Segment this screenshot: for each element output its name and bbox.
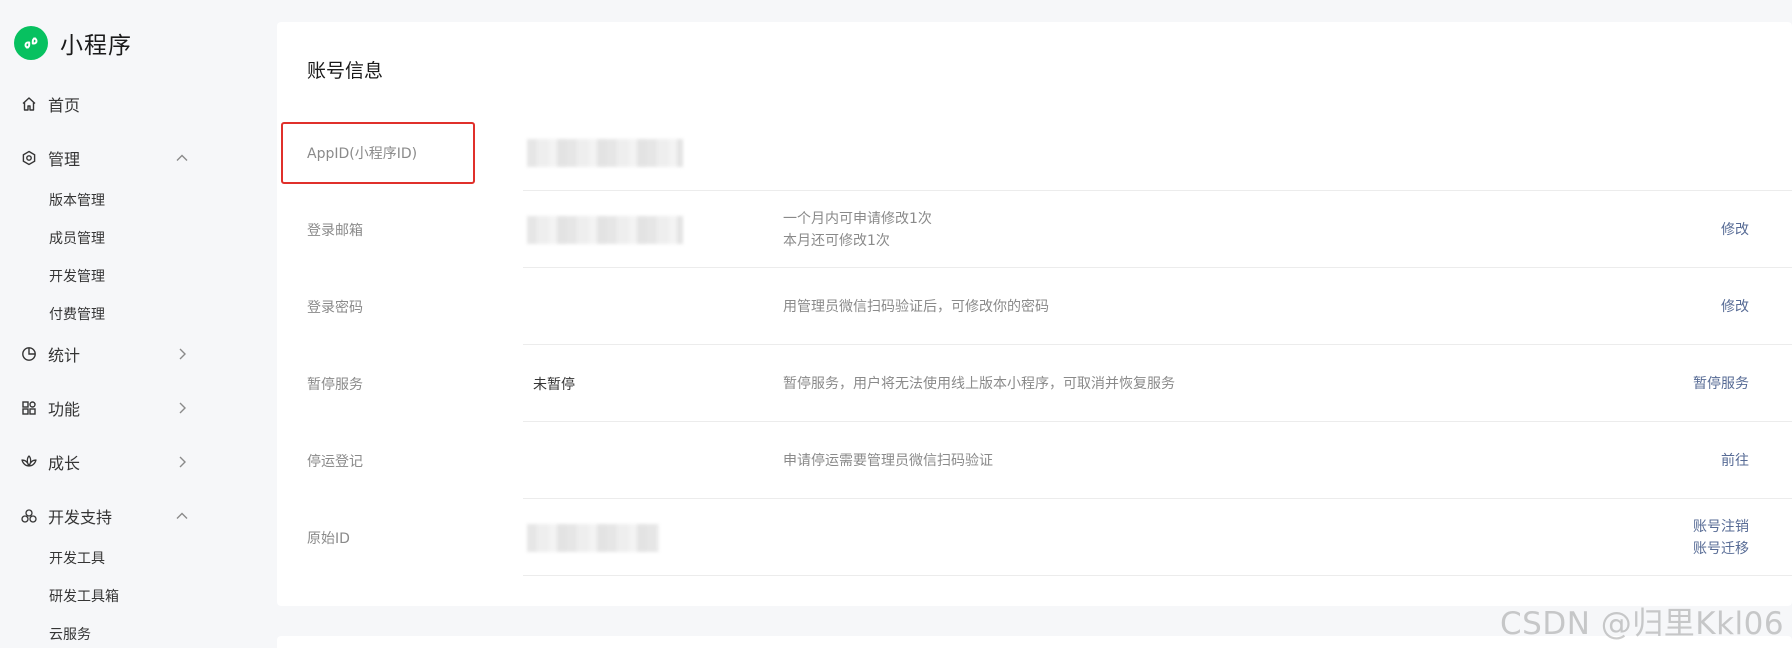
page-title: 账号信息 — [307, 60, 384, 82]
pie-chart-icon — [20, 345, 38, 363]
nav-dev-support-label: 开发支持 — [48, 508, 113, 527]
nav-member-manage[interactable]: 成员管理 — [49, 228, 105, 248]
nav-growth-label: 成长 — [48, 454, 81, 473]
lotus-icon — [20, 453, 38, 471]
row-desc-line: 一个月内可申请修改1次 — [783, 210, 932, 227]
circles-icon — [20, 507, 38, 525]
nav-payment-manage[interactable]: 付费管理 — [49, 304, 105, 324]
row-desc: 申请停运需要管理员微信扫码验证 — [783, 422, 993, 499]
nav-dev-tools[interactable]: 开发工具 — [49, 548, 105, 568]
row-actions: 前往 — [1721, 422, 1749, 499]
row-desc-line: 用管理员微信扫码验证后，可修改你的密码 — [783, 298, 1049, 315]
nav-manage-label: 管理 — [48, 150, 81, 169]
brand-title: 小程序 — [60, 33, 132, 59]
grid-icon — [20, 399, 38, 417]
row-label: 登录邮箱 — [307, 222, 363, 239]
nav-manage[interactable]: 管理 — [20, 144, 190, 172]
row-desc-line: 本月还可修改1次 — [783, 232, 890, 249]
redacted-email — [527, 215, 683, 244]
row-appid: AppID(小程序ID) — [277, 114, 1792, 191]
row-actions: 修改 — [1721, 268, 1749, 345]
account-cancel-link[interactable]: 账号注销 — [1693, 516, 1749, 538]
miniprogram-logo-icon — [14, 26, 48, 60]
row-pause-service: 暂停服务 未暂停 暂停服务，用户将无法使用线上版本小程序，可取消并恢复服务 暂停… — [277, 345, 1792, 422]
sidebar: 小程序 首页 管理 版本管理 成员管理 开发管理 付费管理 统计 功能 成长 开… — [0, 0, 258, 648]
modify-email-link[interactable]: 修改 — [1721, 219, 1749, 241]
row-desc: 一个月内可申请修改1次 本月还可修改1次 — [783, 191, 932, 268]
chevron-up-icon — [176, 512, 188, 519]
home-icon — [20, 95, 38, 113]
chevron-up-icon — [176, 154, 188, 161]
row-actions: 暂停服务 — [1693, 345, 1749, 422]
row-desc: 暂停服务，用户将无法使用线上版本小程序，可取消并恢复服务 — [783, 345, 1175, 422]
nav-dev-toolbox[interactable]: 研发工具箱 — [49, 586, 119, 606]
row-label: 暂停服务 — [307, 376, 363, 393]
row-desc: 用管理员微信扫码验证后，可修改你的密码 — [783, 268, 1049, 345]
nav-features[interactable]: 功能 — [20, 394, 190, 422]
row-desc-line: 暂停服务，用户将无法使用线上版本小程序，可取消并恢复服务 — [783, 375, 1175, 392]
row-shutdown-register: 停运登记 申请停运需要管理员微信扫码验证 前往 — [277, 422, 1792, 499]
row-label: 登录密码 — [307, 299, 363, 316]
nav-version-manage[interactable]: 版本管理 — [49, 190, 105, 210]
nav-dev-manage[interactable]: 开发管理 — [49, 266, 105, 286]
watermark: CSDN @归里Kkl06 — [1500, 606, 1785, 642]
row-desc-line: 申请停运需要管理员微信扫码验证 — [783, 452, 993, 469]
chevron-right-icon — [179, 348, 186, 360]
row-label: 停运登记 — [307, 453, 363, 470]
row-login-email: 登录邮箱 一个月内可申请修改1次 本月还可修改1次 修改 — [277, 191, 1792, 268]
account-info-card: 账号信息 AppID(小程序ID) 登录邮箱 一个月内可申请修改1次 本月还可修… — [277, 22, 1792, 606]
chevron-right-icon — [179, 456, 186, 468]
redacted-original-id — [527, 523, 659, 552]
nav-stats[interactable]: 统计 — [20, 340, 190, 368]
nav-cloud-service[interactable]: 云服务 — [49, 624, 91, 644]
row-divider — [523, 575, 1792, 576]
chevron-right-icon — [179, 402, 186, 414]
nav-growth[interactable]: 成长 — [20, 448, 190, 476]
account-migrate-link[interactable]: 账号迁移 — [1693, 538, 1749, 560]
pause-service-link[interactable]: 暂停服务 — [1693, 373, 1749, 395]
nav-features-label: 功能 — [48, 400, 81, 419]
nav-stats-label: 统计 — [48, 346, 81, 365]
nav-dev-support[interactable]: 开发支持 — [20, 502, 190, 530]
redacted-appid — [527, 138, 683, 167]
row-actions: 修改 — [1721, 191, 1749, 268]
modify-password-link[interactable]: 修改 — [1721, 296, 1749, 318]
row-label: AppID(小程序ID) — [307, 145, 418, 162]
row-label: 原始ID — [307, 530, 350, 547]
manage-icon — [20, 149, 38, 167]
nav-home-label: 首页 — [48, 96, 81, 115]
row-login-password: 登录密码 用管理员微信扫码验证后，可修改你的密码 修改 — [277, 268, 1792, 345]
row-actions: 账号注销 账号迁移 — [1693, 499, 1749, 576]
brand[interactable]: 小程序 — [14, 26, 132, 60]
go-to-link[interactable]: 前往 — [1721, 450, 1749, 472]
pause-status-value: 未暂停 — [533, 376, 575, 393]
nav-home[interactable]: 首页 — [20, 90, 190, 118]
row-original-id: 原始ID 账号注销 账号迁移 — [277, 499, 1792, 576]
